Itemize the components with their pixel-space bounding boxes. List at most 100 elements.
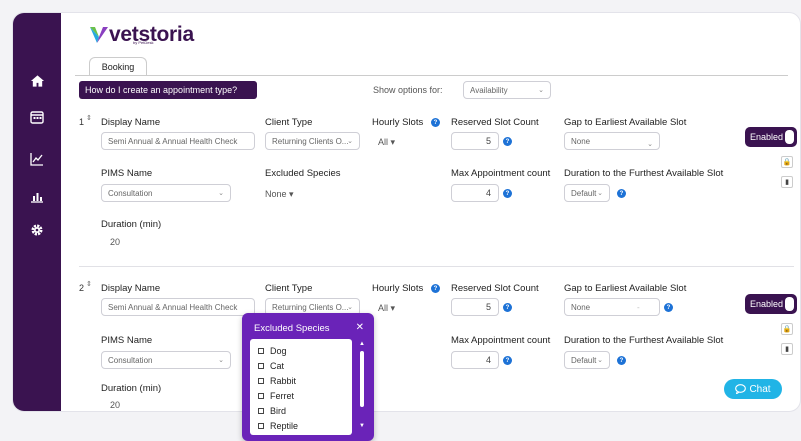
- species-option-dog[interactable]: Dog: [258, 346, 287, 356]
- caret-down-icon: ▾: [390, 137, 396, 147]
- lock-icon[interactable]: 🔒: [781, 156, 793, 168]
- info-icon[interactable]: ?: [503, 137, 512, 146]
- client-type-label: Client Type: [265, 117, 313, 128]
- info-icon[interactable]: ?: [617, 356, 626, 365]
- furthest-slot-label: Duration to the Furthest Available Slot: [564, 335, 724, 346]
- checkbox[interactable]: [258, 348, 264, 354]
- max-appointment-input[interactable]: 4: [451, 351, 499, 369]
- scroll-up-icon[interactable]: ▲: [359, 341, 365, 347]
- dash-separator: -: [637, 303, 640, 312]
- delete-icon[interactable]: ▮: [781, 343, 793, 355]
- species-label: Rabbit: [270, 376, 297, 386]
- furthest-slot-select[interactable]: Default ⌄: [564, 351, 610, 369]
- info-icon[interactable]: ?: [503, 189, 512, 198]
- hourly-slots-label: Hourly Slots: [372, 283, 424, 294]
- scroll-thumb[interactable]: [360, 351, 364, 407]
- sidebar: [13, 13, 61, 411]
- checkbox[interactable]: [258, 378, 264, 384]
- species-label: Dog: [270, 346, 287, 356]
- duration-label: Duration (min): [101, 219, 162, 230]
- species-option-ferret[interactable]: Ferret: [258, 391, 294, 401]
- tab-underline: [75, 75, 788, 76]
- max-appointment-label: Max Appointment count: [451, 168, 551, 179]
- client-type-label: Client Type: [265, 283, 313, 294]
- info-icon[interactable]: ?: [431, 118, 440, 127]
- furthest-slot-value: Default: [571, 355, 597, 365]
- tab-booking[interactable]: Booking: [89, 57, 147, 76]
- chevron-down-icon: ⌄: [647, 141, 653, 149]
- excluded-species-dropdown[interactable]: None ▾: [265, 189, 294, 200]
- species-option-cat[interactable]: Cat: [258, 361, 284, 371]
- enabled-toggle[interactable]: Enabled: [745, 294, 797, 314]
- bar-chart-icon[interactable]: [27, 186, 47, 206]
- calendar-icon[interactable]: [27, 107, 47, 127]
- checkbox[interactable]: [258, 393, 264, 399]
- caret-down-icon: ▾: [390, 303, 396, 313]
- toggle-knob: [785, 297, 794, 311]
- line-chart-icon[interactable]: [27, 149, 47, 169]
- checkbox[interactable]: [258, 408, 264, 414]
- duration-value: 20: [110, 400, 121, 410]
- caret-down-icon: ▾: [289, 189, 294, 199]
- display-name-input[interactable]: Semi Annual & Annual Health Check: [101, 298, 255, 316]
- chat-button[interactable]: Chat: [724, 379, 782, 399]
- row-divider: [79, 266, 794, 267]
- popup-scrollbar[interactable]: ▲ ▼: [357, 341, 367, 433]
- gap-select[interactable]: None -: [564, 298, 660, 316]
- pims-name-value: Consultation: [108, 355, 153, 365]
- toggle-label: Enabled: [750, 132, 784, 142]
- species-label: Cat: [270, 361, 285, 371]
- info-icon[interactable]: ?: [503, 356, 512, 365]
- info-icon[interactable]: ?: [617, 189, 626, 198]
- pims-name-label: PIMS Name: [101, 335, 153, 346]
- checkbox[interactable]: [258, 363, 264, 369]
- furthest-slot-value: Default: [571, 188, 597, 198]
- lock-icon[interactable]: 🔒: [781, 323, 793, 335]
- row-number: 1: [79, 117, 85, 127]
- furthest-slot-label: Duration to the Furthest Available Slot: [564, 168, 724, 179]
- chevron-down-icon: ⌄: [218, 190, 224, 197]
- reserved-slot-count-input[interactable]: 5: [451, 132, 499, 150]
- duration-value: 20: [110, 237, 121, 247]
- toggle-label: Enabled: [750, 299, 784, 309]
- display-name-value: Semi Annual & Annual Health Check: [108, 136, 238, 146]
- gap-select[interactable]: None ⌄: [564, 132, 660, 150]
- app-window: vetstoria by PetDesk Booking How do I cr…: [12, 12, 801, 412]
- hourly-slots-value: All: [378, 137, 389, 147]
- scroll-down-icon[interactable]: ▼: [359, 423, 365, 429]
- home-icon[interactable]: [27, 71, 47, 91]
- enabled-toggle[interactable]: Enabled: [745, 127, 797, 147]
- pims-name-label: PIMS Name: [101, 168, 153, 179]
- gap-value: None: [571, 302, 591, 312]
- hourly-slots-dropdown[interactable]: All ▾: [378, 137, 395, 148]
- display-name-input[interactable]: Semi Annual & Annual Health Check: [101, 132, 255, 150]
- client-type-value: Returning Clients O...: [272, 302, 349, 312]
- client-type-select[interactable]: Returning Clients O... ⌄: [265, 132, 360, 150]
- species-option-rabbit[interactable]: Rabbit: [258, 376, 296, 386]
- drag-handle-icon[interactable]: ⇕: [86, 115, 92, 122]
- drag-handle-icon[interactable]: ⇕: [86, 281, 92, 288]
- settings-icon[interactable]: [27, 220, 47, 240]
- how-to-button[interactable]: How do I create an appointment type?: [79, 81, 257, 99]
- chevron-down-icon: ⌄: [218, 357, 224, 364]
- show-options-select[interactable]: Availability ⌄: [463, 81, 551, 99]
- hourly-slots-value: All: [378, 303, 389, 313]
- reserved-slot-count-input[interactable]: 5: [451, 298, 499, 316]
- delete-icon[interactable]: ▮: [781, 176, 793, 188]
- info-icon[interactable]: ?: [664, 303, 673, 312]
- pims-name-select[interactable]: Consultation ⌄: [101, 184, 231, 202]
- species-option-bird[interactable]: Bird: [258, 406, 286, 416]
- furthest-slot-select[interactable]: Default ⌄: [564, 184, 610, 202]
- vetstoria-logo-icon: [90, 27, 108, 43]
- show-options-value: Availability: [470, 85, 508, 95]
- checkbox[interactable]: [258, 423, 264, 429]
- max-appointment-input[interactable]: 4: [451, 184, 499, 202]
- close-icon[interactable]: ✕: [356, 322, 364, 333]
- info-icon[interactable]: ?: [503, 303, 512, 312]
- hourly-slots-dropdown[interactable]: All ▾: [378, 303, 395, 314]
- reserved-slot-count-label: Reserved Slot Count: [451, 283, 539, 294]
- pims-name-select[interactable]: Consultation ⌄: [101, 351, 231, 369]
- row-number: 2: [79, 283, 85, 293]
- species-option-reptile[interactable]: Reptile: [258, 421, 298, 431]
- info-icon[interactable]: ?: [431, 284, 440, 293]
